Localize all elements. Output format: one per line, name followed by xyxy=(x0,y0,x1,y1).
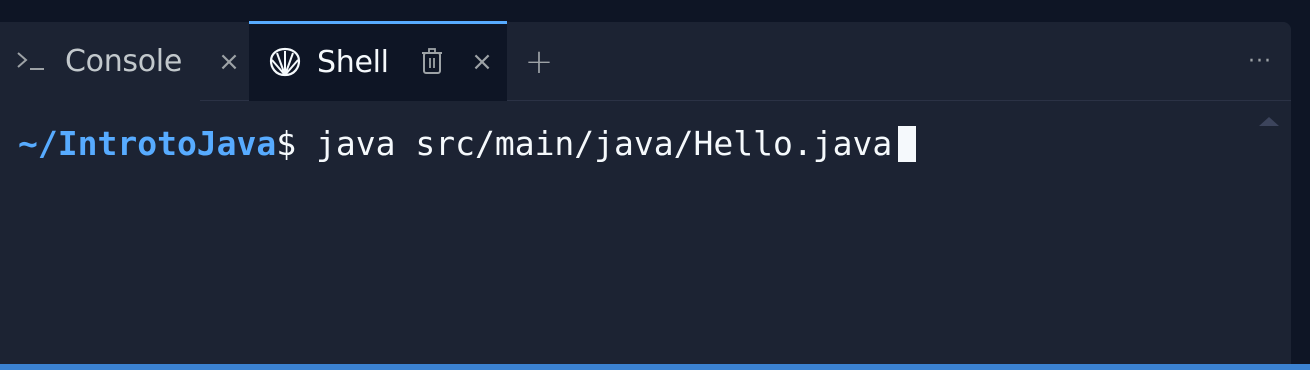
tab-console-label: Console xyxy=(65,44,182,79)
terminal-line: ~/IntrotoJava $ java src/main/java/Hello.… xyxy=(18,124,917,163)
tab-shell-label: Shell xyxy=(317,45,389,80)
prompt-symbol: $ xyxy=(276,124,297,163)
add-tab-button[interactable]: + xyxy=(522,22,556,101)
console-panel: Console × Shell × + ··· ~/IntrotoJava $ … xyxy=(0,21,1291,370)
tab-bar: Console × Shell × + ··· xyxy=(0,21,1291,101)
text-cursor xyxy=(898,125,917,162)
terminal-prompt-icon xyxy=(17,51,44,70)
shell-icon xyxy=(269,47,301,76)
prompt-path: ~/IntrotoJava xyxy=(18,124,277,163)
trash-icon[interactable] xyxy=(418,46,446,80)
terminal-output[interactable]: ~/IntrotoJava $ java src/main/java/Hello.… xyxy=(0,102,1291,364)
tab-console[interactable]: Console xyxy=(0,22,200,101)
close-console-tab-button[interactable]: × xyxy=(212,22,246,101)
terminal-command: java src/main/java/Hello.java xyxy=(296,124,893,163)
more-options-button[interactable]: ··· xyxy=(1240,22,1280,101)
scroll-up-arrow-icon[interactable] xyxy=(1259,117,1279,126)
bottom-accent-bar xyxy=(0,364,1310,370)
app-frame: Console × Shell × + ··· ~/IntrotoJava $ … xyxy=(0,0,1310,370)
close-shell-tab-button[interactable]: × xyxy=(465,22,499,101)
